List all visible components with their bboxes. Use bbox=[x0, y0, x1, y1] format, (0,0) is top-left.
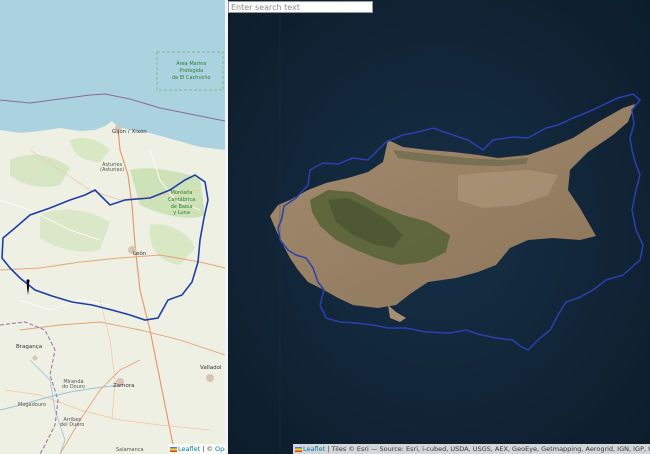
leaflet-flag-icon bbox=[170, 446, 177, 452]
mogadouro-label: Mogadouro bbox=[18, 402, 47, 408]
leaflet-flag-icon bbox=[295, 446, 302, 452]
zamora-label: Zamora bbox=[113, 383, 135, 389]
right-map-attribution: Leaflet | Tiles © Esri — Source: Esri, i… bbox=[293, 444, 650, 454]
leon-label: León bbox=[133, 251, 147, 257]
marine-area-label: Área Marina Protegida de El Cachucho bbox=[172, 61, 211, 81]
cantabrica-label: Montaña Cantábrica de Babia y Luna bbox=[168, 190, 196, 217]
openstreetmap-link[interactable]: OpenS bbox=[215, 445, 225, 453]
esri-attribution-text: | Tiles © Esri — Source: Esri, i-cubed, … bbox=[327, 445, 650, 453]
right-basemap bbox=[228, 0, 650, 454]
leaflet-link[interactable]: Leaflet bbox=[303, 445, 325, 453]
leaflet-link[interactable]: Leaflet bbox=[178, 445, 200, 453]
salamanca-label: Salamanca bbox=[116, 447, 144, 453]
miranda-label: Miranda do Douro bbox=[62, 379, 85, 390]
braganca-label: Bragança bbox=[16, 344, 43, 350]
asturias-label: Asturies (Asturias) bbox=[100, 162, 125, 173]
left-map-pane[interactable]: Área Marina Protegida de El Cachucho Gij… bbox=[0, 0, 225, 454]
attribution-separator: | © bbox=[200, 445, 216, 453]
valladolid-label: Valladol bbox=[200, 365, 222, 371]
right-map-pane[interactable]: Leaflet | Tiles © Esri — Source: Esri, i… bbox=[228, 0, 650, 454]
gijon-label: Gijón / Xixón bbox=[112, 129, 147, 135]
search-input[interactable] bbox=[228, 1, 373, 13]
arribes-label: Arribes del Duero bbox=[60, 417, 85, 428]
left-map-attribution: Leaflet | © OpenS bbox=[168, 444, 225, 454]
